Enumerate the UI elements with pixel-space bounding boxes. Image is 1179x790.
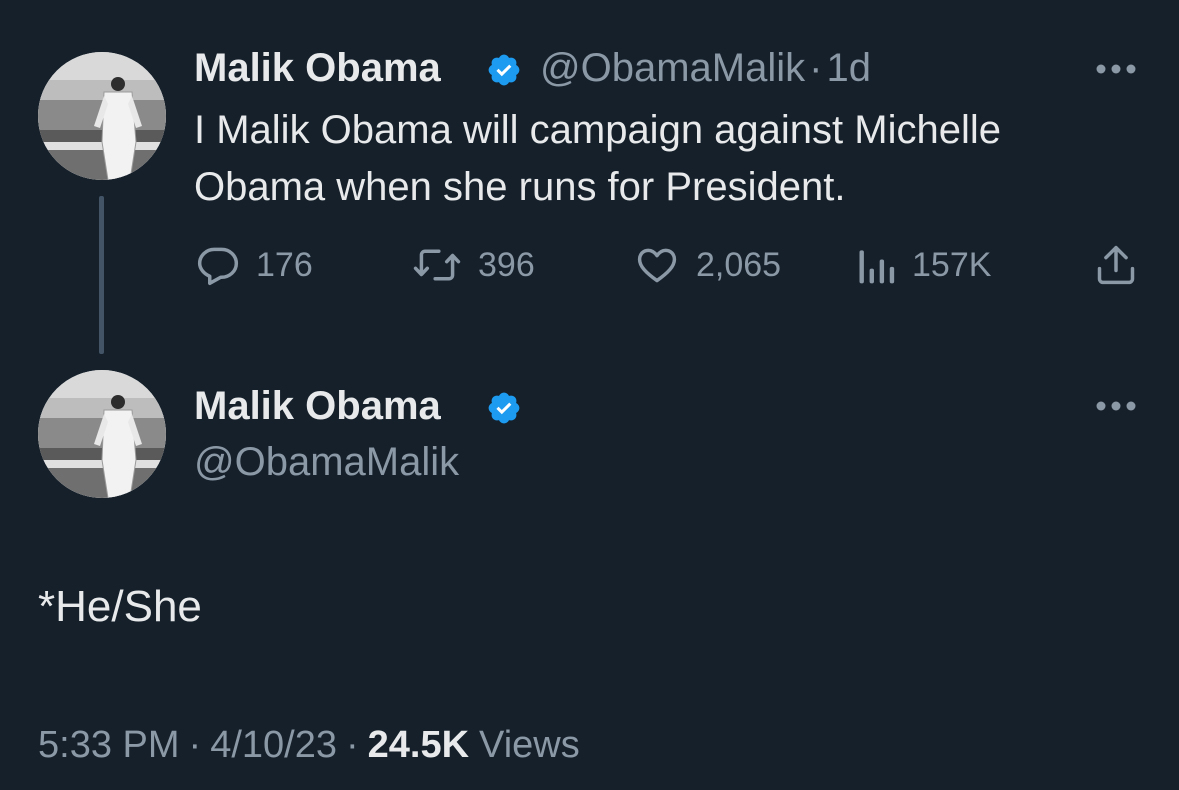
reply-icon	[197, 247, 239, 286]
thread-line	[99, 196, 104, 354]
views-count: 157K	[912, 245, 992, 284]
retweet-icon	[413, 249, 461, 281]
tweet-text: I Malik Obama will campaign against Mich…	[194, 102, 1001, 216]
views-label[interactable]: Views	[479, 724, 580, 766]
views-button[interactable]: 157K	[856, 240, 991, 290]
separator-dot: ·	[188, 724, 202, 766]
author-handle[interactable]: @ObamaMalik	[194, 440, 459, 485]
retweet-count: 396	[478, 245, 535, 284]
verified-badge-icon	[488, 392, 520, 424]
author-name[interactable]: Malik Obama	[194, 384, 441, 429]
more-options-icon[interactable]	[1095, 400, 1137, 412]
author-name[interactable]: Malik Obama	[194, 46, 441, 91]
verified-badge-icon	[488, 54, 520, 86]
handle-text[interactable]: @ObamaMalik	[540, 46, 805, 90]
avatar[interactable]	[38, 52, 166, 180]
views-icon	[859, 250, 895, 284]
author-handle[interactable]: @ObamaMalik · 1d	[540, 46, 871, 91]
reply-button[interactable]: 176	[196, 240, 313, 290]
retweet-button[interactable]: 396	[412, 240, 535, 290]
views-count[interactable]: 24.5K	[368, 724, 469, 766]
separator-dot: ·	[345, 724, 359, 766]
tweet-time[interactable]: 5:33 PM	[38, 724, 180, 766]
separator-dot: ·	[809, 46, 823, 90]
share-icon	[1097, 245, 1135, 285]
tweet-text: *He/She	[38, 582, 202, 631]
like-button[interactable]: 2,065	[634, 240, 781, 290]
time-ago[interactable]: 1d	[826, 46, 871, 90]
more-options-icon[interactable]	[1095, 63, 1137, 75]
tweet-text-line: Obama when she runs for President.	[194, 165, 846, 209]
tweet-date[interactable]: 4/10/23	[210, 724, 337, 766]
like-count: 2,065	[696, 245, 782, 284]
avatar[interactable]	[38, 370, 166, 498]
tweet-text-line: I Malik Obama will campaign against Mich…	[194, 108, 1001, 152]
like-icon	[637, 248, 677, 283]
tweet-metadata: 5:33 PM · 4/10/23 · 24.5K Views	[38, 724, 580, 767]
share-button[interactable]	[1094, 240, 1138, 290]
reply-count: 176	[256, 245, 313, 284]
